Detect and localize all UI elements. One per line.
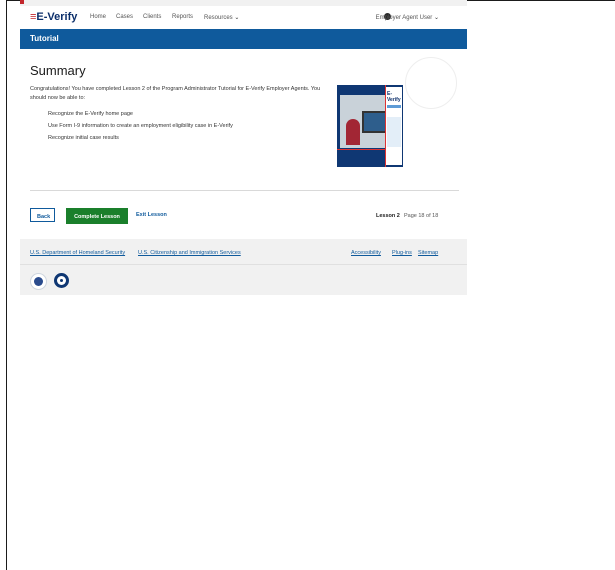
page-indicator: Page 18 of 18 (404, 213, 439, 219)
footer: U.S. Department of Homeland Security U.S… (20, 239, 467, 295)
objectives-list: Recognize the E-Verify home page Use For… (48, 111, 233, 147)
exit-lesson-link[interactable]: Exit Lesson (136, 212, 167, 218)
footer-link-accessibility[interactable]: Accessibility (351, 250, 381, 256)
flag-icon (20, 0, 24, 4)
nav-cases[interactable]: Cases (116, 14, 133, 20)
thumbnail-photo (340, 95, 390, 148)
footer-link-uscis[interactable]: U.S. Citizenship and Immigration Service… (138, 250, 241, 256)
logo-text: E-Verify (36, 11, 78, 23)
footer-link-dhs[interactable]: U.S. Department of Homeland Security (30, 250, 125, 256)
dhs-seal-icon[interactable] (30, 273, 47, 290)
uscis-seal-dot (60, 279, 63, 282)
lesson-thumbnail: E-Verify (337, 85, 403, 167)
footer-link-sitemap[interactable]: Sitemap (418, 250, 438, 256)
tutorial-label: Tutorial (30, 34, 59, 43)
main-content: Summary Congratulations! You have comple… (20, 49, 467, 239)
frame-border-top-right (467, 0, 615, 1)
person-figure (346, 119, 360, 145)
footer-divider (20, 264, 467, 265)
uscis-seal-icon[interactable] (54, 273, 69, 288)
intro-text: Congratulations! You have completed Less… (30, 86, 321, 101)
complete-lesson-button[interactable]: Complete Lesson (66, 208, 128, 224)
footer-link-plugins[interactable]: Plug-ins (392, 250, 412, 256)
top-navigation: ≡E-Verify Home Cases Clients Reports Res… (20, 8, 467, 28)
gov-banner (20, 0, 467, 6)
page-title: Summary (30, 63, 86, 78)
nav-resources[interactable]: Resources ⌄ (204, 14, 239, 21)
watermark-seal-icon (405, 57, 457, 109)
user-menu[interactable]: Employer Agent User ⌄ (376, 14, 439, 21)
chevron-down-icon: ⌄ (234, 15, 240, 21)
nav-resources-label: Resources (204, 15, 233, 21)
back-button[interactable]: Back (30, 208, 55, 222)
lesson-label: Lesson 2 (376, 213, 400, 219)
thumbnail-panel: E-Verify (386, 87, 402, 165)
everify-logo[interactable]: ≡E-Verify (30, 11, 77, 23)
objective-item: Recognize initial case results (48, 135, 119, 141)
thumbnail-accent-line-vertical (385, 85, 386, 167)
user-name: Employer Agent User (375, 15, 433, 21)
tutorial-bar: Tutorial (20, 29, 467, 49)
thumbnail-logo: E-Verify (387, 91, 401, 103)
thumbnail-accent-line (337, 149, 386, 150)
nav-home[interactable]: Home (90, 14, 106, 20)
thumbnail-stripe (387, 105, 401, 108)
chevron-down-icon: ⌄ (433, 15, 439, 21)
thumbnail-screen (387, 117, 401, 147)
nav-reports[interactable]: Reports (172, 14, 193, 20)
objective-item: Use Form I-9 information to create an em… (48, 123, 233, 129)
nav-clients[interactable]: Clients (143, 14, 161, 20)
objective-item: Recognize the E-Verify home page (48, 111, 133, 117)
dhs-seal-core (34, 277, 43, 286)
frame-border-left (6, 0, 7, 570)
content-divider (30, 190, 459, 191)
